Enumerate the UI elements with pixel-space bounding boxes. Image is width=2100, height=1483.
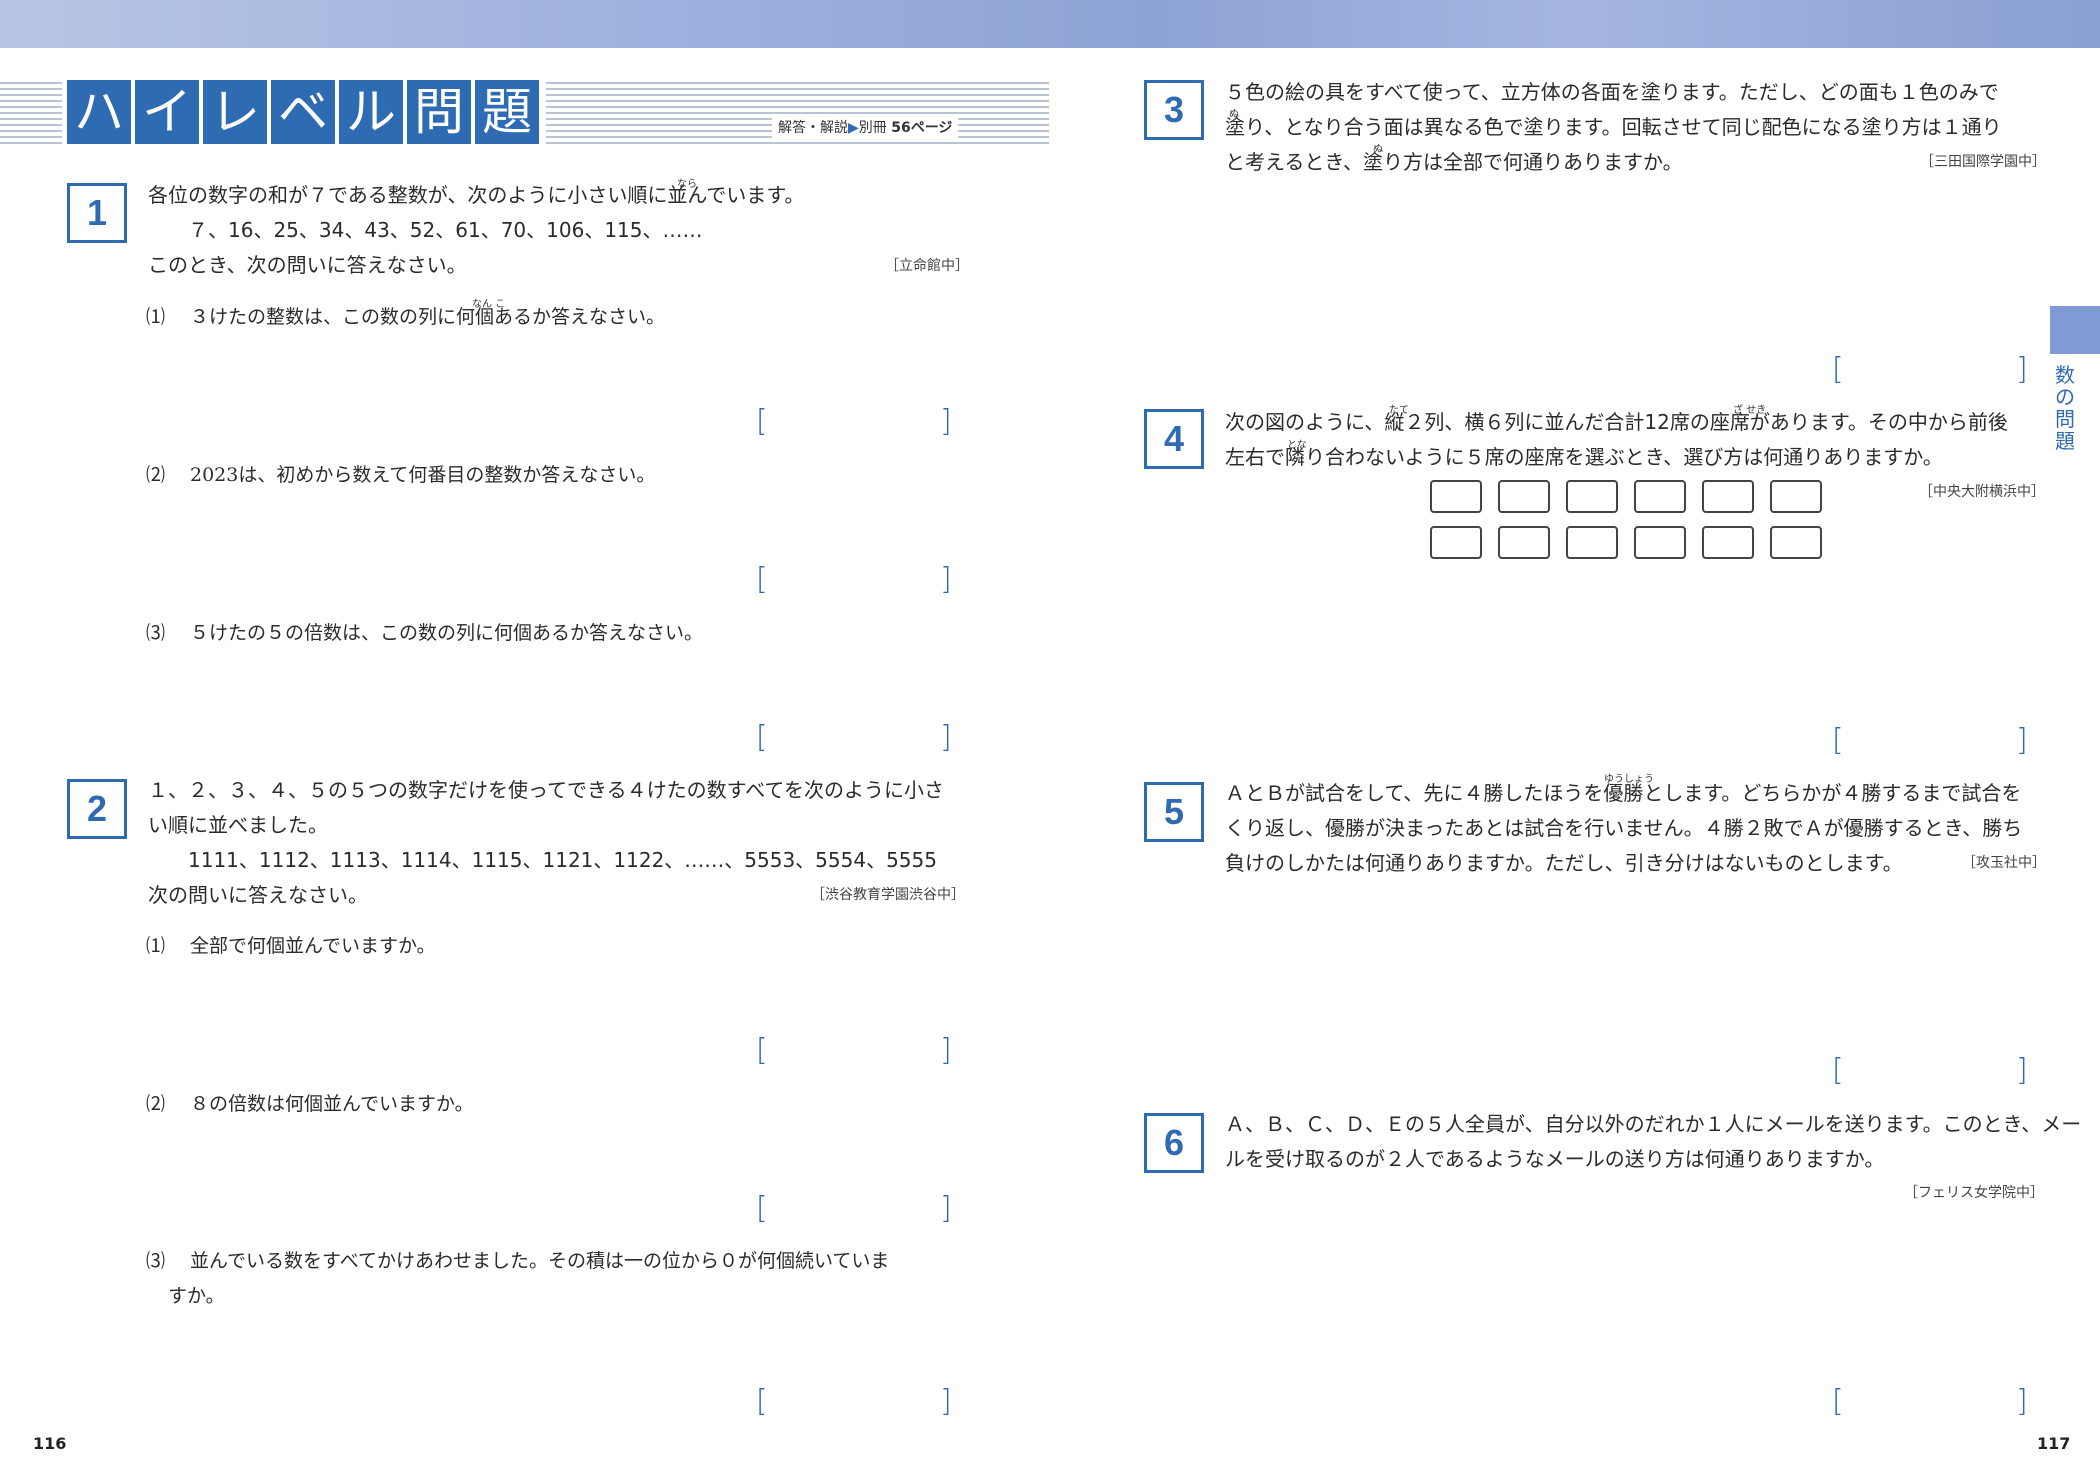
answer-bracket-close: ] (940, 562, 952, 597)
problem-2-q2-label: ⑵ (146, 1093, 166, 1115)
problem-2-q3-text: 並んでいる数をすべてかけあわせました。その積は一の位から０が何個続いていま (190, 1250, 890, 1272)
problem-4-line-2: 左右で隣り合わないように５席の座席を選ぶとき、選び方は何通りありますか。 (1225, 445, 1943, 469)
problem-2-q3-label: ⑶ (146, 1250, 166, 1272)
problem-5-line-2: くり返し、優勝が決まったあとは試合を行いません。４勝２敗でＡが優勝するとき、勝ち (1225, 816, 2023, 840)
answer-bracket-close: ] (940, 404, 952, 439)
reference-page: 56ページ (891, 120, 953, 136)
answer-bracket-close: ] (2016, 352, 2028, 387)
problem-1-line-2: ７、16、25、34、43、52、61、70、106、115、…… (168, 218, 703, 242)
problem-2-line-1: １、２、３、４、５の５つの数字だけを使ってできる４けたの数すべてを次のように小さ (148, 778, 944, 802)
problem-4-source: ［中央大附横浜中］ (1919, 484, 2045, 500)
seat-box (1498, 480, 1550, 513)
title-char-2: イ (135, 80, 199, 144)
reference-arrow-icon: ▶ (848, 120, 859, 136)
page-number-right: 117 (2037, 1434, 2071, 1453)
problem-1-line-1: 各位の数字の和が７である整数が、次のように小さい順に並んでいます。 (148, 183, 805, 207)
problem-6-number: 6 (1144, 1113, 1204, 1173)
problem-2-q1-label: ⑴ (146, 935, 166, 957)
problem-5-number: 5 (1144, 782, 1204, 842)
problem-1-q2-text: 2023は、初めから数えて何番目の整数か答えなさい。 (190, 464, 656, 486)
seat-box (1430, 480, 1482, 513)
problem-1-number: 1 (67, 183, 127, 243)
answer-bracket-open: [ (756, 720, 768, 755)
seat-box (1566, 526, 1618, 559)
title-stripes-left (0, 82, 62, 144)
title-char-3: レ (203, 80, 267, 144)
answer-reference: 解答・解説▶別冊 56ページ (772, 117, 959, 139)
problem-2-q3-text-cont: すか。 (168, 1285, 225, 1307)
problem-3-line-2: 塗り、となり合う面は異なる色で塗ります。回転させて同じ配色になる塗り方は１通り (1225, 115, 2002, 139)
title-char-5: ル (339, 80, 403, 144)
answer-bracket-close: ] (940, 1033, 952, 1068)
problem-2-line-4: 次の問いに答えなさい。 (148, 883, 368, 907)
title-char-1: ハ (67, 80, 131, 144)
page-number-left: 116 (33, 1434, 67, 1453)
answer-bracket-open: [ (756, 1033, 768, 1068)
seat-box (1498, 526, 1550, 559)
answer-bracket-close: ] (2016, 723, 2028, 758)
answer-bracket-open: [ (1832, 1053, 1844, 1088)
seat-box (1702, 480, 1754, 513)
answer-bracket-open: [ (756, 1384, 768, 1419)
title-char-7: 題 (475, 80, 539, 144)
problem-6-line-2: ルを受け取るのが２人であるようなメールの送り方は何通りありますか。 (1225, 1147, 1885, 1171)
answer-bracket-open: [ (756, 562, 768, 597)
problem-3-number: 3 (1144, 80, 1204, 140)
problem-2-line-3: 1111、1112、1113、1114、1115、1121、1122、……、55… (168, 848, 937, 872)
reference-prefix: 解答・解説 (778, 120, 848, 136)
problem-5-line-3: 負けのしかたは何通りありますか。ただし、引き分けはないものとします。 (1225, 851, 1903, 875)
problem-1-source: ［立命館中］ (885, 258, 969, 274)
problem-4-line-1: 次の図のように、縦２列、横６列に並んだ合計12席の座席があります。その中から前後 (1225, 410, 2008, 434)
problem-2-q1-text: 全部で何個並んでいますか。 (190, 935, 436, 957)
answer-bracket-close: ] (2016, 1053, 2028, 1088)
answer-bracket-open: [ (1832, 1384, 1844, 1419)
seat-box (1634, 526, 1686, 559)
problem-1-q2-label: ⑵ (146, 464, 166, 486)
seating-chart (1430, 480, 1830, 560)
answer-bracket-open: [ (1832, 352, 1844, 387)
chapter-tab-label: 数の問題 (2055, 363, 2075, 453)
problem-3-line-1: ５色の絵の具をすべて使って、立方体の各面を塗ります。ただし、どの面も１色のみで (1225, 80, 1999, 104)
problem-1-q1-label: ⑴ (146, 306, 166, 328)
problem-2-q2-text: ８の倍数は何個並んでいますか。 (190, 1093, 474, 1115)
seat-box (1430, 526, 1482, 559)
problem-6-source: ［フェリス女学院中］ (1904, 1185, 2044, 1201)
problem-4-number: 4 (1144, 409, 1204, 469)
problem-1-q3-text: ５けたの５の倍数は、この数の列に何個あるか答えなさい。 (190, 622, 704, 644)
answer-bracket-open: [ (756, 1191, 768, 1226)
problem-5-source: ［攻玉社中］ (1962, 855, 2046, 871)
problem-2-source: ［渋谷教育学園渋谷中］ (811, 887, 965, 903)
seat-box (1702, 526, 1754, 559)
seat-box (1634, 480, 1686, 513)
seat-box (1770, 480, 1822, 513)
problem-2-line-2: い順に並べました。 (148, 813, 328, 837)
seat-box (1566, 480, 1618, 513)
title-char-6: 問 (407, 80, 471, 144)
problem-2-number: 2 (67, 779, 127, 839)
answer-bracket-close: ] (940, 1191, 952, 1226)
problem-3-line-3: と考えるとき、塗り方は全部で何通りありますか。 (1225, 150, 1683, 174)
chapter-tab (2050, 306, 2100, 354)
top-decorative-band (0, 0, 2100, 48)
title-char-4: ベ (271, 80, 335, 144)
problem-5-line-1: ＡとＢが試合をして、先に４勝したほうを優勝とします。どちらかが４勝するまで試合を (1225, 781, 2022, 805)
answer-bracket-close: ] (2016, 1384, 2028, 1419)
problem-3-source: ［三田国際学園中］ (1920, 154, 2046, 170)
problem-1-q3-label: ⑶ (146, 622, 166, 644)
answer-bracket-open: [ (756, 404, 768, 439)
problem-1-line-3: このとき、次の問いに答えなさい。 (148, 253, 467, 277)
problem-1-q1-text: ３けたの整数は、この数の列に何個あるか答えなさい。 (190, 306, 666, 328)
reference-book: 別冊 (858, 120, 887, 136)
problem-6-line-1: Ａ、Ｂ、Ｃ、Ｄ、Ｅの５人全員が、自分以外のだれか１人にメールを送ります。このとき… (1225, 1112, 2082, 1136)
answer-bracket-open: [ (1832, 723, 1844, 758)
answer-bracket-close: ] (940, 720, 952, 755)
seat-box (1770, 526, 1822, 559)
answer-bracket-close: ] (940, 1384, 952, 1419)
